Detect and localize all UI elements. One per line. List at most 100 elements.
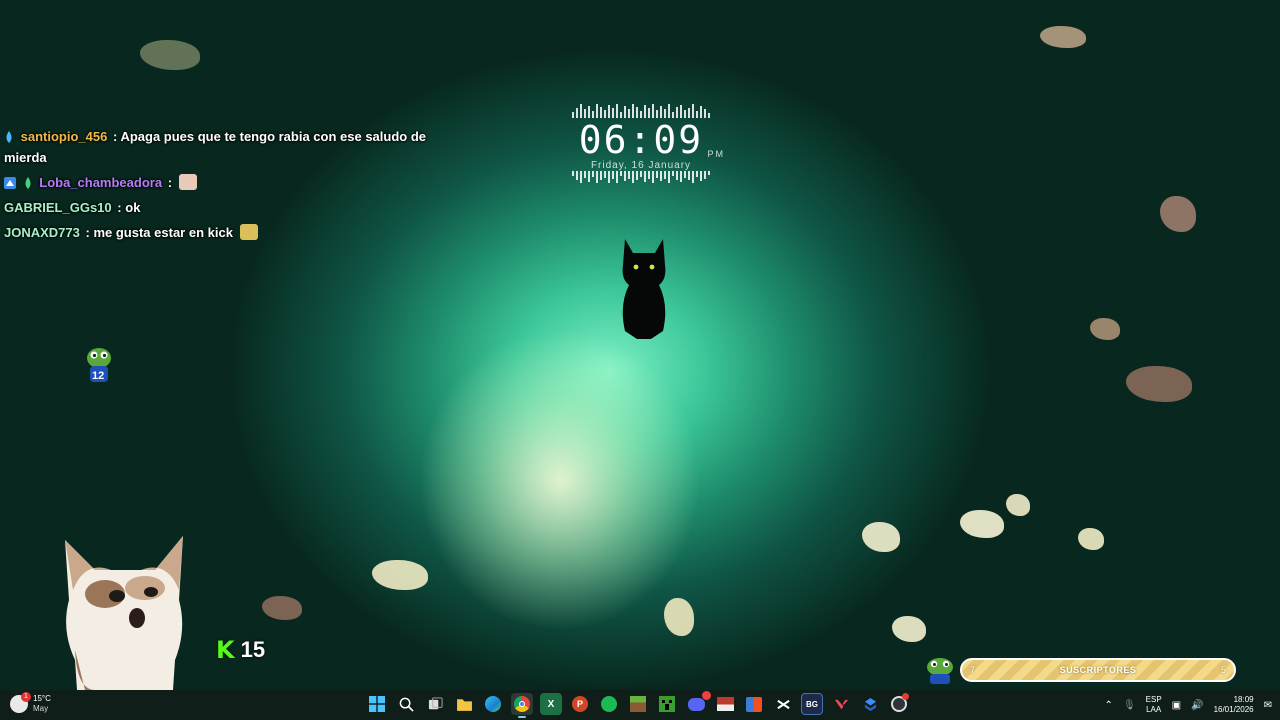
leaf-decoration [1078,528,1104,550]
leaf-decoration [1090,318,1120,340]
taskbar-app-obs[interactable] [888,693,910,715]
creeper-icon [659,696,675,712]
system-clock[interactable]: 18:09 16/01/2026 [1214,695,1254,715]
cat-emote-icon [178,174,197,190]
audio-visualizer-bottom [555,171,727,185]
leaf-decoration [960,510,1004,538]
chat-message: santiopio_456 : Apaga pues que te tengo … [4,126,434,168]
taskbar-app-excel[interactable]: X [540,693,562,715]
bg-icon: BG [806,699,818,709]
subscriber-goal-bar: 7 SUSCRIPTORES 5 [960,658,1236,682]
task-view-icon [428,696,443,709]
powerpoint-icon: P [572,696,588,712]
leaf-decoration [1160,196,1196,232]
taskbar-app-edge[interactable] [482,693,504,715]
leaf-decoration [262,596,302,620]
frog-badge-number: 12 [92,370,105,382]
taskbar-app-bg[interactable]: BG [801,693,823,715]
drop-icon [25,177,31,189]
clock-time-text: 06:09 [578,118,704,162]
chat-separator: : [112,129,118,144]
sub-goal-current: 7 [970,665,976,675]
sunglasses-emote-icon [239,224,258,240]
folder-icon [456,698,472,711]
microphone-icon[interactable]: 🎙 [1123,700,1136,711]
task-view-button[interactable] [424,693,446,715]
kick-logo-icon: K [216,636,235,664]
chat-text: ok [125,200,141,215]
blue-app-icon [864,697,876,711]
edge-icon [485,696,501,712]
leaf-decoration [140,40,200,70]
store-icon [746,696,762,712]
taskbar-apps: X P BG [366,690,910,718]
weather-text: May [33,704,49,713]
valorant-icon [834,699,848,709]
leaf-decoration [664,598,694,636]
minecraft-icon [630,696,646,712]
kick-count-number: 15 [240,637,266,662]
chat-text: me gusta estar en kick [93,225,233,240]
taskbar-app-discord[interactable] [685,690,711,715]
sub-goal-label: SUSCRIPTORES [1059,665,1137,675]
taskbar-app-chrome[interactable] [511,693,533,718]
vip-icon [4,177,16,189]
taskbar-app-capture[interactable] [714,693,736,715]
capture-icon [716,697,734,711]
language-bottom: LAA [1146,705,1162,714]
system-time: 18:09 [1233,695,1254,704]
volume-icon[interactable]: 🔊 [1191,700,1203,711]
taskbar: 15°C May [0,690,1280,720]
leaf-decoration [372,560,428,590]
chat-message: JONAXD773 : me gusta estar en kick [4,222,434,243]
weather-widget[interactable]: 15°C May [10,692,51,714]
weather-temp: 15°C [33,694,51,703]
taskbar-app-file-explorer[interactable] [453,693,475,715]
capcut-icon [776,699,790,709]
chevron-up-icon[interactable]: ⌃ [1105,700,1113,711]
start-button[interactable] [366,693,388,715]
obs-icon [891,693,909,712]
clock-date: Friday, 16 January [590,160,692,171]
taskbar-app-minecraft-launcher[interactable] [656,693,678,715]
pepe-frog-icon: 12 [84,346,114,386]
search-button[interactable] [395,693,417,715]
chat-separator: : [117,200,122,215]
leaf-decoration [892,616,926,642]
network-icon[interactable]: ▣ [1172,700,1181,711]
taskbar-app-store[interactable] [743,693,765,715]
leaf-decoration [1126,366,1192,402]
system-tray: ⌃ 🎙 ESP LAA ▣ 🔊 18:09 16/01/2026 ✉ [1105,690,1272,720]
language-indicator[interactable]: ESP LAA [1146,695,1162,715]
drop-icon [6,131,12,143]
discord-icon [687,690,711,711]
excel-icon: X [547,698,555,710]
weather-icon [10,692,31,713]
light-glow [420,330,700,630]
windows-icon [369,696,385,712]
taskbar-app-valorant[interactable] [830,693,852,715]
black-cat-image [622,239,666,339]
taskbar-app-minecraft[interactable] [627,693,649,715]
taskbar-app-powerpoint[interactable]: P [569,693,591,715]
leaf-decoration [1040,26,1086,48]
chat-username: santiopio_456 [20,129,108,144]
chat-message: GABRIEL_GGs10 : ok [4,197,434,218]
audio-visualizer-top [555,104,727,118]
taskbar-app-spotify[interactable] [598,693,620,715]
chat-separator: : [167,175,173,190]
chat-username: GABRIEL_GGs10 [4,200,112,215]
pepe-frog-goal-icon [927,658,953,684]
clock-time: 06:09 PM [555,118,727,162]
taskbar-app-capcut[interactable] [772,693,794,715]
chat-separator: : [85,225,90,240]
spotify-icon [601,696,617,712]
leaf-decoration [1006,494,1030,516]
leaf-decoration [862,522,900,552]
pop-cat-icon [65,536,183,690]
chat-message: Loba_chambeadora : [4,172,434,193]
notifications-icon[interactable]: ✉ [1264,700,1272,711]
taskbar-app-blue[interactable] [859,693,881,715]
chat-username: JONAXD773 [4,225,80,240]
sub-goal-target: 5 [1220,665,1226,675]
